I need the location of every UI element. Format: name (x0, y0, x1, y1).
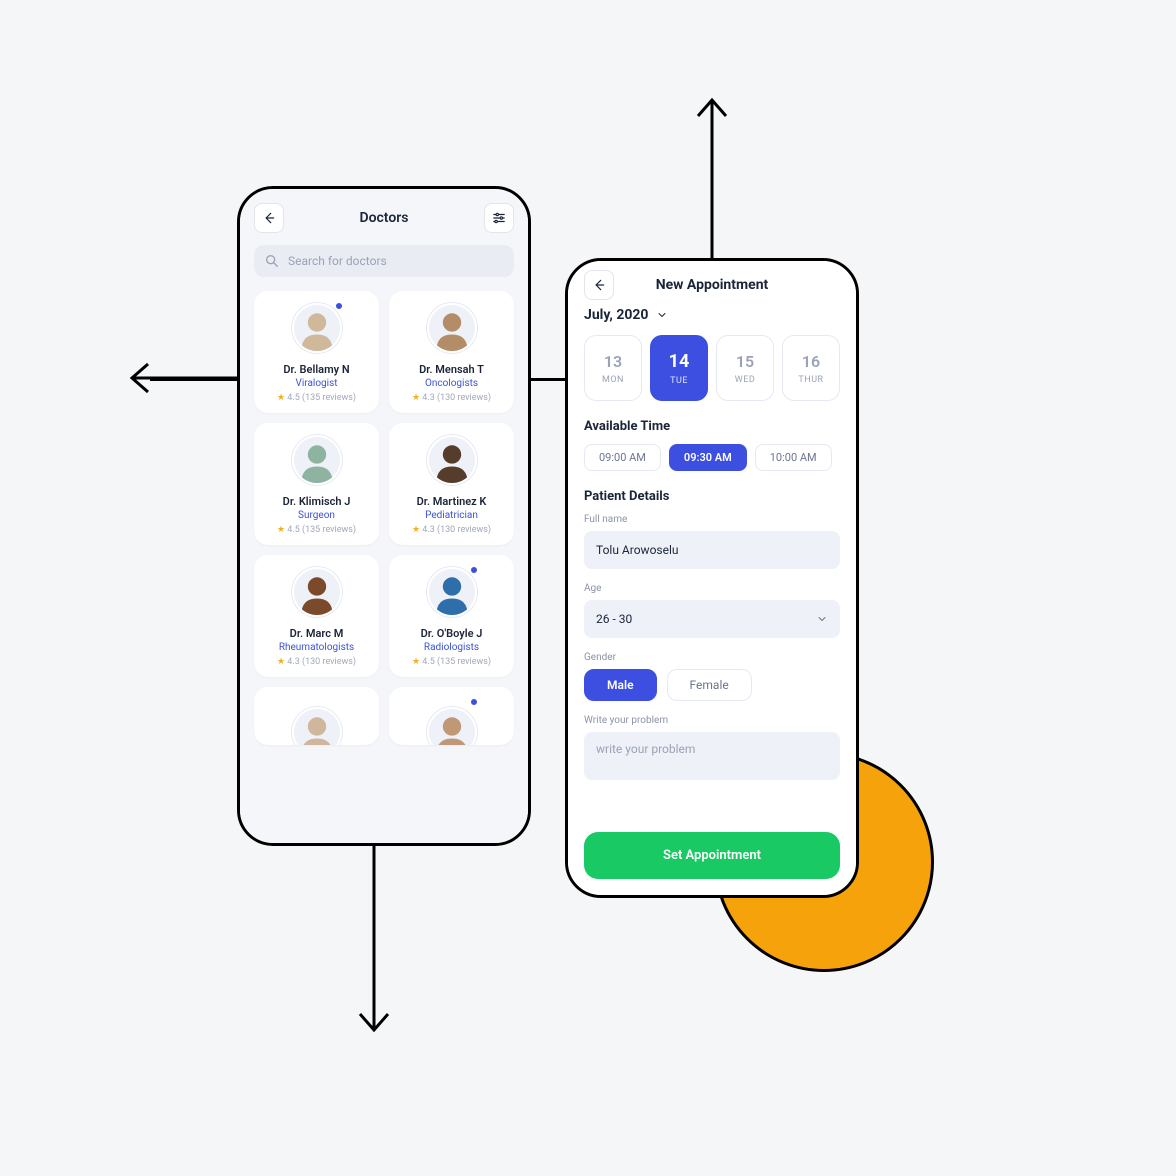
doctor-rating: ★ 4.3 (130 reviews) (412, 525, 491, 535)
available-time-label: Available Time (584, 419, 840, 434)
problem-input[interactable] (584, 732, 840, 780)
star-icon: ★ (277, 657, 285, 667)
doctor-card[interactable]: Dr. Bellamy N Viralogist ★ 4.5 (135 revi… (254, 291, 379, 413)
connector-line (528, 378, 568, 381)
month-label: July, 2020 (584, 307, 648, 323)
doctor-specialty: Surgeon (298, 510, 335, 521)
problem-label: Write your problem (584, 715, 840, 726)
day-of-week: WED (735, 375, 756, 385)
calendar-day[interactable]: 14 TUE (650, 335, 708, 401)
chevron-down-icon (656, 309, 668, 321)
doctor-specialty: Oncologists (425, 378, 478, 389)
fullname-label: Full name (584, 514, 840, 525)
age-value: 26 - 30 (596, 612, 632, 626)
star-icon: ★ (412, 657, 420, 667)
gender-option[interactable]: Female (667, 669, 752, 701)
online-indicator-icon (334, 301, 344, 311)
doctor-name: Dr. Klimisch J (283, 495, 351, 508)
time-slot[interactable]: 10:00 AM (755, 444, 832, 471)
doctor-card[interactable]: Dr. Mensah T Oncologists ★ 4.3 (130 revi… (389, 291, 514, 413)
star-icon: ★ (277, 393, 285, 403)
phone-appointment: New Appointment July, 2020 13 MON14 TUE1… (565, 258, 859, 898)
doctor-avatar (292, 435, 342, 485)
day-of-week: THUR (798, 375, 823, 385)
age-label: Age (584, 583, 840, 594)
doctor-specialty: Rheumatologists (279, 642, 354, 653)
doctor-name: Dr. Bellamy N (283, 363, 349, 376)
appointment-header: New Appointment (584, 277, 840, 293)
doctors-search-input[interactable] (288, 254, 504, 268)
doctors-header: Doctors (254, 203, 514, 233)
doctor-card[interactable] (254, 687, 379, 745)
doctor-specialty: Radiologists (424, 642, 479, 653)
gender-option[interactable]: Male (584, 669, 657, 701)
online-indicator-icon (469, 697, 479, 707)
doctor-specialty: Viralogist (295, 378, 337, 389)
sliders-icon (492, 211, 506, 225)
arrow-left-icon (262, 211, 276, 225)
phone-doctors: Doctors Dr. Bellamy (237, 186, 531, 846)
doctor-name: Dr. Mensah T (419, 363, 484, 376)
doctor-avatar (292, 303, 342, 353)
fullname-input[interactable] (584, 531, 840, 569)
arrow-left-icon (592, 278, 606, 292)
doctor-name: Dr. Martinez K (417, 495, 487, 508)
calendar-days: 13 MON14 TUE15 WED16 THUR (584, 335, 840, 401)
connector-line (150, 378, 240, 381)
day-of-week: TUE (670, 376, 688, 386)
time-slot[interactable]: 09:00 AM (584, 444, 661, 471)
doctors-title: Doctors (359, 210, 408, 226)
month-selector[interactable]: July, 2020 (584, 307, 840, 323)
day-of-week: MON (602, 375, 624, 385)
calendar-day[interactable]: 16 THUR (782, 335, 840, 401)
doctor-name: Dr. Marc M (290, 627, 344, 640)
doctor-name: Dr. O'Boyle J (421, 627, 483, 640)
doctors-search[interactable] (254, 245, 514, 277)
doctor-rating: ★ 4.3 (130 reviews) (277, 657, 356, 667)
doctor-avatar (427, 699, 477, 745)
gender-options: Male Female (584, 669, 840, 701)
doctor-specialty: Pediatrician (425, 510, 478, 521)
doctor-avatar (292, 567, 342, 617)
gender-label: Gender (584, 652, 840, 663)
day-number: 13 (604, 352, 622, 371)
time-slot[interactable]: 09:30 AM (669, 444, 747, 471)
appointment-title: New Appointment (656, 277, 769, 293)
chevron-down-icon (816, 613, 828, 625)
doctor-card[interactable]: Dr. O'Boyle J Radiologists ★ 4.5 (135 re… (389, 555, 514, 677)
filter-button[interactable] (484, 203, 514, 233)
search-icon (264, 253, 280, 269)
day-number: 15 (736, 352, 754, 371)
doctor-rating: ★ 4.3 (130 reviews) (412, 393, 491, 403)
doctor-card[interactable]: Dr. Martinez K Pediatrician ★ 4.3 (130 r… (389, 423, 514, 545)
day-number: 16 (802, 352, 820, 371)
doctor-avatar (292, 699, 342, 745)
doctor-avatar (427, 435, 477, 485)
time-slots: 09:00 AM09:30 AM10:00 AM10:30 (584, 444, 840, 471)
doctor-avatar (427, 567, 477, 617)
doctor-avatar (427, 303, 477, 353)
back-button[interactable] (584, 270, 614, 300)
back-button[interactable] (254, 203, 284, 233)
doctor-card[interactable]: Dr. Marc M Rheumatologists ★ 4.3 (130 re… (254, 555, 379, 677)
calendar-day[interactable]: 15 WED (716, 335, 774, 401)
age-select[interactable]: 26 - 30 (584, 600, 840, 638)
star-icon: ★ (412, 525, 420, 535)
star-icon: ★ (412, 393, 420, 403)
calendar-day[interactable]: 13 MON (584, 335, 642, 401)
online-indicator-icon (469, 565, 479, 575)
doctor-rating: ★ 4.5 (135 reviews) (277, 525, 356, 535)
set-appointment-button[interactable]: Set Appointment (584, 832, 840, 879)
doctor-card[interactable]: Dr. Klimisch J Surgeon ★ 4.5 (135 review… (254, 423, 379, 545)
doctor-card[interactable] (389, 687, 514, 745)
star-icon: ★ (277, 525, 285, 535)
patient-details-label: Patient Details (584, 489, 840, 504)
doctor-rating: ★ 4.5 (135 reviews) (277, 393, 356, 403)
day-number: 14 (669, 351, 690, 372)
doctor-rating: ★ 4.5 (135 reviews) (412, 657, 491, 667)
